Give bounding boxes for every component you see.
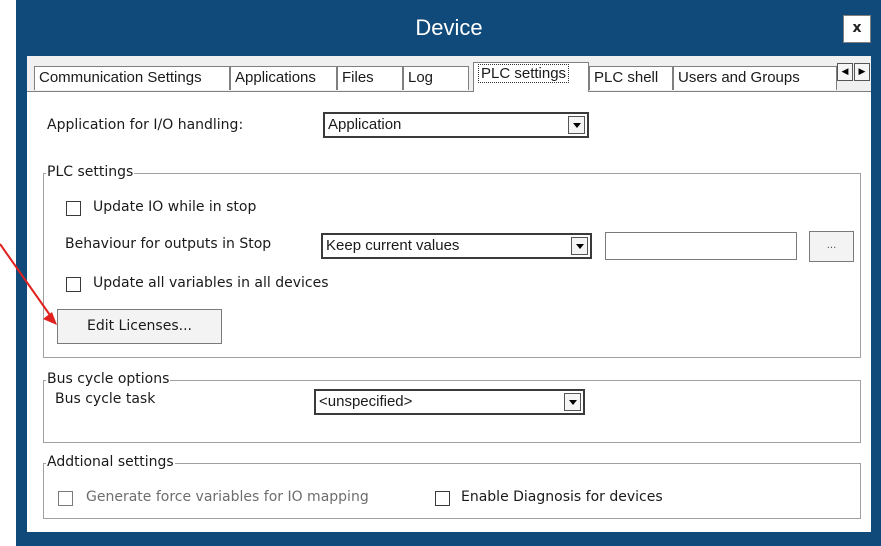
behaviour-outputs-text-field[interactable] <box>605 232 797 260</box>
tab-label: Communication Settings <box>39 69 202 86</box>
enable-diagnosis-label: Enable Diagnosis for devices <box>461 489 663 505</box>
tab-plc-shell[interactable]: PLC shell <box>589 66 673 90</box>
behaviour-outputs-combo[interactable]: Keep current values <box>321 233 592 259</box>
tab-communication-settings[interactable]: Communication Settings <box>34 66 230 90</box>
io-handling-label: Application for I/O handling: <box>47 117 244 133</box>
tab-log[interactable]: Log <box>403 66 469 90</box>
additional-settings-group-title: Addtional settings <box>46 454 175 470</box>
tab-scroll-left-icon[interactable]: ◀ <box>837 63 853 81</box>
update-io-checkbox[interactable] <box>66 201 81 216</box>
tab-label: PLC settings <box>478 64 570 83</box>
additional-settings-group: Addtional settings Generate force variab… <box>43 454 861 519</box>
tab-users-and-groups[interactable]: Users and Groups <box>673 66 837 90</box>
bus-cycle-task-combo[interactable]: <unspecified> <box>314 389 585 415</box>
bus-cycle-task-label: Bus cycle task <box>55 391 156 407</box>
update-io-label: Update IO while in stop <box>93 199 257 215</box>
enable-diagnosis-checkbox[interactable] <box>435 491 450 506</box>
plc-settings-group-title: PLC settings <box>46 164 135 180</box>
close-button[interactable]: x <box>843 15 871 43</box>
chevron-down-icon[interactable] <box>564 393 581 411</box>
tab-strip: Communication Settings Applications File… <box>27 56 871 94</box>
chevron-down-icon[interactable] <box>568 116 585 134</box>
tab-scroll-arrows: ◀ ▶ <box>837 63 871 83</box>
io-handling-combo[interactable]: Application <box>323 112 589 138</box>
plc-settings-panel: Application for I/O handling: Applicatio… <box>27 91 871 532</box>
bus-cycle-group: Bus cycle options Bus cycle task <unspec… <box>43 371 861 443</box>
update-all-variables-label: Update all variables in all devices <box>93 275 329 291</box>
tab-label: Files <box>342 69 374 86</box>
device-window: Device x Communication Settings Applicat… <box>16 0 881 546</box>
browse-button[interactable]: ... <box>809 231 854 262</box>
tab-scroll-right-icon[interactable]: ▶ <box>854 63 870 81</box>
edit-licenses-button[interactable]: Edit Licenses... <box>57 309 222 344</box>
chevron-down-icon[interactable] <box>571 237 588 255</box>
tab-plc-settings[interactable]: PLC settings <box>473 62 589 92</box>
behaviour-outputs-value: Keep current values <box>326 237 460 254</box>
plc-settings-group: PLC settings Update IO while in stop Beh… <box>43 164 861 358</box>
window-title: Device <box>415 15 483 40</box>
bus-cycle-group-title: Bus cycle options <box>46 371 171 387</box>
tab-applications[interactable]: Applications <box>230 66 337 90</box>
tab-label: Users and Groups <box>678 69 800 86</box>
tab-files[interactable]: Files <box>337 66 403 90</box>
title-bar: Device x <box>16 0 881 56</box>
tab-label: PLC shell <box>594 69 659 86</box>
tab-label: Applications <box>235 69 316 86</box>
tab-label: Log <box>408 69 434 86</box>
behaviour-outputs-label: Behaviour for outputs in Stop <box>65 236 272 252</box>
bus-cycle-task-value: <unspecified> <box>319 393 413 410</box>
dialog-client-area: Communication Settings Applications File… <box>27 56 871 532</box>
io-handling-value: Application <box>328 116 402 133</box>
force-variables-label: Generate force variables for IO mapping <box>86 489 369 505</box>
force-variables-checkbox[interactable] <box>58 491 73 506</box>
red-arrow-icon <box>0 243 57 325</box>
